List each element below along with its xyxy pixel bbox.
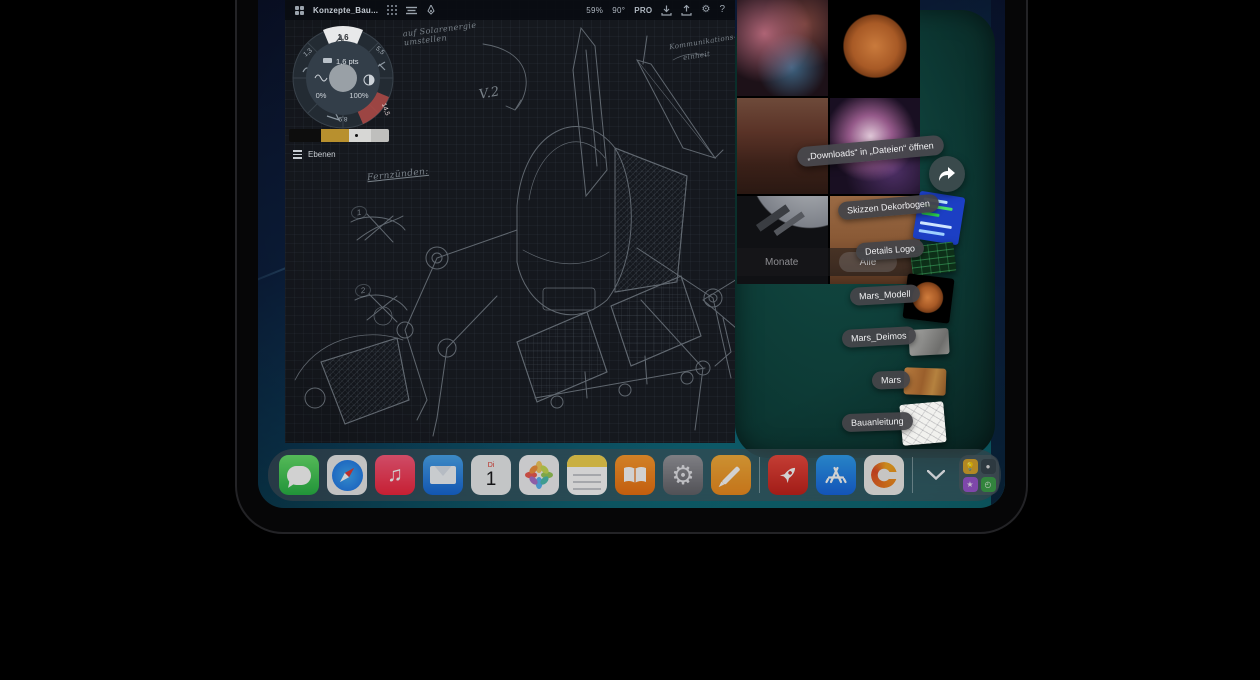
dock-divider [759, 457, 760, 493]
calendar-weekday: Di [488, 462, 495, 469]
dock-chevron-down-button[interactable] [921, 455, 951, 495]
safari-compass-icon [332, 460, 363, 491]
concepts-app-window: Konzepte_Bau... 59% 90° PRO [285, 0, 735, 443]
lines-tool-icon[interactable] [406, 6, 417, 15]
settings-gear-icon[interactable]: ⚙ [701, 5, 710, 15]
layers-menu-icon [293, 150, 302, 159]
pen-nib-icon[interactable] [426, 5, 436, 15]
app-menu-icon[interactable] [295, 6, 304, 15]
pages-pen-icon [721, 465, 740, 484]
dock-icon-photos[interactable] [519, 455, 559, 495]
library-mini-icon-camera: ● [981, 459, 996, 474]
stage: Konzepte_Bau... 59% 90° PRO [0, 0, 1260, 680]
help-icon[interactable]: ? [719, 5, 725, 15]
dock-icon-calendar[interactable]: Di 1 [471, 455, 511, 495]
zoom-level[interactable]: 59% [586, 6, 603, 15]
dock-icon-books[interactable] [615, 455, 655, 495]
concepts-c-swirl-icon [871, 462, 897, 488]
dock: ♫ Di 1 [268, 449, 1001, 501]
brush-tool-wheel[interactable]: 1,6 1,3 5,5 14,5 8,9 [287, 20, 399, 132]
library-mini-icon-yellow: 💡 [963, 459, 978, 474]
wheel-size-label: 1,6 pts [336, 57, 359, 66]
dock-app-library-tile[interactable]: 💡 ● ★ ◴ [959, 455, 999, 495]
document-title[interactable]: Konzepte_Bau... [313, 6, 378, 15]
dock-icon-settings[interactable]: ⚙ [663, 455, 703, 495]
dock-icon-safari[interactable] [327, 455, 367, 495]
pro-badge[interactable]: PRO [634, 6, 652, 15]
import-icon[interactable] [661, 5, 672, 16]
photo-nebula[interactable] [737, 0, 828, 96]
file-thumb-mars[interactable] [904, 367, 947, 395]
grid-settings-icon[interactable] [387, 5, 397, 15]
dock-icon-pages[interactable] [711, 455, 751, 495]
wheel-opacity-max: 100% [349, 91, 369, 100]
file-label[interactable]: Bauanleitung [842, 412, 913, 432]
ipad-device: Konzepte_Bau... 59% 90° PRO [237, 0, 1026, 532]
messages-bubble-icon [287, 466, 311, 485]
swatch-light-gray-selected[interactable] [349, 129, 371, 142]
dock-icon-notes[interactable] [567, 455, 607, 495]
canvas-angle[interactable]: 90° [612, 6, 625, 15]
concepts-toolbar: Konzepte_Bau... 59% 90° PRO [285, 0, 735, 20]
dock-icon-mail[interactable] [423, 455, 463, 495]
ipad-screen: Konzepte_Bau... 59% 90° PRO [258, 0, 1005, 508]
calendar-day: 1 [486, 470, 497, 489]
file-label[interactable]: Mars [872, 370, 911, 389]
dock-icon-concepts[interactable] [864, 455, 904, 495]
photos-flower-icon [524, 460, 554, 490]
layers-button[interactable]: Ebenen [293, 150, 336, 159]
dock-divider [912, 457, 913, 493]
settings-gear-glyph: ⚙ [671, 460, 694, 491]
photo-mars-planet[interactable] [830, 0, 921, 96]
share-forward-button[interactable] [929, 156, 965, 192]
rocket-icon [777, 464, 799, 486]
photos-tab-months[interactable]: Monate [765, 257, 798, 268]
swatch-black[interactable] [289, 129, 321, 142]
books-open-book-icon [623, 466, 647, 484]
export-share-icon[interactable] [681, 5, 692, 16]
dock-icon-app-store[interactable] [816, 455, 856, 495]
file-label[interactable]: Mars_Modell [850, 284, 920, 306]
swatch-gray[interactable] [371, 129, 389, 142]
app-store-a-icon [824, 464, 848, 486]
color-swatch-bar[interactable] [289, 129, 389, 142]
chevron-down-icon [927, 470, 945, 480]
wheel-seg-89: 8,9 [338, 115, 347, 122]
mail-envelope-icon [430, 466, 456, 484]
dock-icon-rocket[interactable] [768, 455, 808, 495]
swatch-gold[interactable] [321, 129, 349, 142]
wheel-opacity-min: 0% [316, 91, 327, 100]
layers-label: Ebenen [308, 150, 336, 159]
library-mini-icon-green: ◴ [981, 477, 996, 492]
file-label[interactable]: Mars_Deimos [842, 326, 916, 348]
share-arrow-icon [938, 166, 956, 182]
dock-icon-music[interactable]: ♫ [375, 455, 415, 495]
music-note-icon: ♫ [387, 463, 403, 487]
dock-icon-messages[interactable] [279, 455, 319, 495]
library-mini-icon-purple-star: ★ [963, 477, 978, 492]
